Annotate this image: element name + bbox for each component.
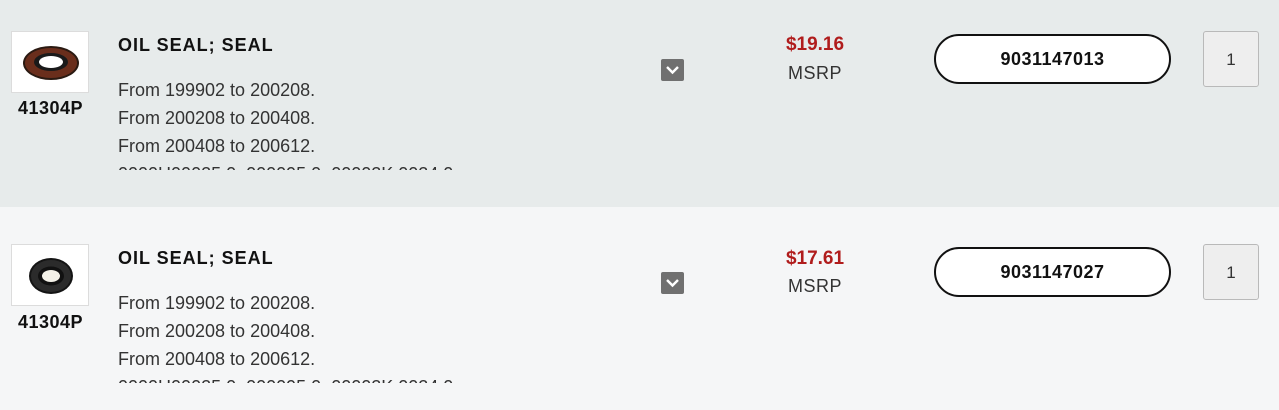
oil-seal-icon xyxy=(23,46,79,80)
part-number: 41304P xyxy=(18,98,84,118)
product-row: 41304P OIL SEAL; SEAL From 199902 to 200… xyxy=(0,0,1279,207)
description-line: 0000H00025 0; 000095 0; 00002K 0024 0; xyxy=(118,373,538,383)
expand-details-button[interactable] xyxy=(661,272,684,294)
description-line: From 200408 to 200612. xyxy=(118,136,316,156)
description-line: From 200408 to 200612. xyxy=(118,349,316,369)
expand-details-button[interactable] xyxy=(661,59,684,81)
chevron-down-icon xyxy=(666,279,679,288)
description-line: From 199902 to 200208. xyxy=(118,80,316,100)
description-line: From 200208 to 200408. xyxy=(118,321,316,341)
chevron-down-icon xyxy=(666,66,679,75)
quantity-input[interactable]: 1 xyxy=(1203,31,1259,87)
price-label: MSRP xyxy=(787,276,842,296)
product-description: From 199902 to 200208. From 200208 to 20… xyxy=(118,289,538,383)
part-number: 41304P xyxy=(18,312,84,332)
product-description: From 199902 to 200208. From 200208 to 20… xyxy=(118,76,538,170)
description-line: 0000H00025 0; 000095 0; 00002K 0024 0; xyxy=(118,160,538,170)
price: $17.61 xyxy=(785,248,845,269)
oem-number-button[interactable]: 9031147013 xyxy=(934,34,1171,84)
product-thumbnail[interactable] xyxy=(11,31,89,93)
product-title[interactable]: OIL SEAL; SEAL xyxy=(118,248,274,269)
description-line: From 199902 to 200208. xyxy=(118,293,316,313)
price: $19.16 xyxy=(785,34,845,55)
product-row: 41304P OIL SEAL; SEAL From 199902 to 200… xyxy=(0,207,1279,410)
quantity-input[interactable]: 1 xyxy=(1203,244,1259,300)
description-line: From 200208 to 200408. xyxy=(118,108,316,128)
oem-number-button[interactable]: 9031147027 xyxy=(934,247,1171,297)
price-label: MSRP xyxy=(787,63,842,83)
product-thumbnail[interactable] xyxy=(11,244,89,306)
product-title[interactable]: OIL SEAL; SEAL xyxy=(118,35,274,56)
oil-seal-icon xyxy=(29,258,73,294)
